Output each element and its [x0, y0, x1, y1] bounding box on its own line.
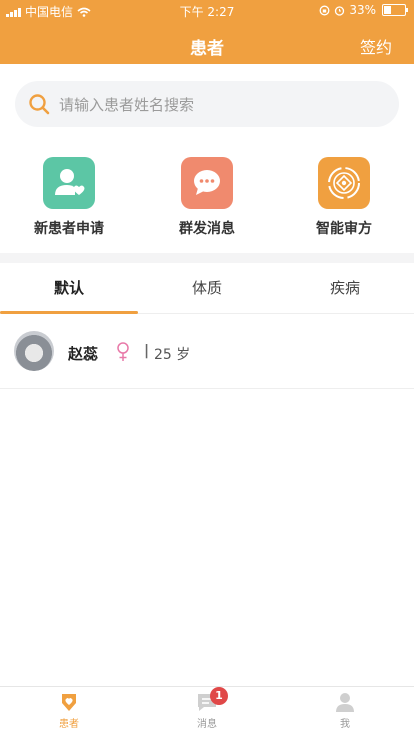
battery-icon — [382, 4, 408, 16]
separator: | — [144, 343, 150, 359]
patient-heart-icon — [58, 691, 80, 713]
smart-prescription-review-button[interactable]: 智能审方 — [299, 157, 389, 238]
tabbar-me-label: 我 — [340, 719, 350, 730]
profile-icon — [334, 691, 356, 713]
message-icon: 1 — [196, 687, 228, 713]
new-patient-application-button[interactable]: 新患者申请 — [24, 157, 114, 238]
alarm-icon — [335, 5, 345, 16]
avatar — [14, 331, 54, 371]
tabbar-me[interactable]: 我 — [276, 691, 414, 730]
tabbar-patients[interactable]: 患者 — [0, 691, 138, 730]
tab-constitution[interactable]: 体质 — [138, 263, 276, 313]
tabbar-messages[interactable]: 1 消息 — [138, 687, 276, 730]
patient-age: 25 岁 — [154, 347, 191, 363]
female-icon — [117, 342, 129, 361]
patient-name: 赵蕊 — [68, 345, 99, 363]
smart-prescription-review-label: 智能审方 — [316, 221, 372, 237]
rotation-lock-icon — [319, 5, 330, 15]
new-patient-application-label: 新患者申请 — [34, 221, 104, 237]
search-input[interactable] — [57, 81, 381, 129]
tabbar-patients-label: 患者 — [59, 719, 79, 730]
group-message-button[interactable]: 群发消息 — [162, 157, 252, 238]
smart-review-icon — [318, 157, 370, 209]
search-bar[interactable] — [15, 81, 399, 129]
app-header: 中国电信 下午 2:27 33% 患者 签约 — [0, 0, 414, 64]
filter-tabs: 默认 体质 疾病 — [0, 263, 414, 314]
battery-percent: 33% — [349, 3, 376, 17]
bottom-tab-bar: 患者 1 消息 我 — [0, 686, 414, 737]
search-icon — [29, 94, 50, 115]
sign-contract-button[interactable]: 签约 — [360, 34, 392, 58]
tabbar-messages-label: 消息 — [197, 719, 217, 730]
person-heart-icon — [43, 157, 95, 209]
unread-badge: 1 — [210, 687, 228, 705]
chat-bubble-icon — [181, 157, 233, 209]
status-bar: 中国电信 下午 2:27 33% — [0, 0, 414, 22]
group-message-label: 群发消息 — [179, 221, 235, 237]
tab-default[interactable]: 默认 — [0, 263, 138, 314]
tab-disease[interactable]: 疾病 — [276, 263, 414, 313]
page-title: 患者 — [190, 39, 224, 59]
section-divider — [0, 253, 414, 263]
patient-row[interactable]: 赵蕊 | 25 岁 — [0, 314, 414, 389]
